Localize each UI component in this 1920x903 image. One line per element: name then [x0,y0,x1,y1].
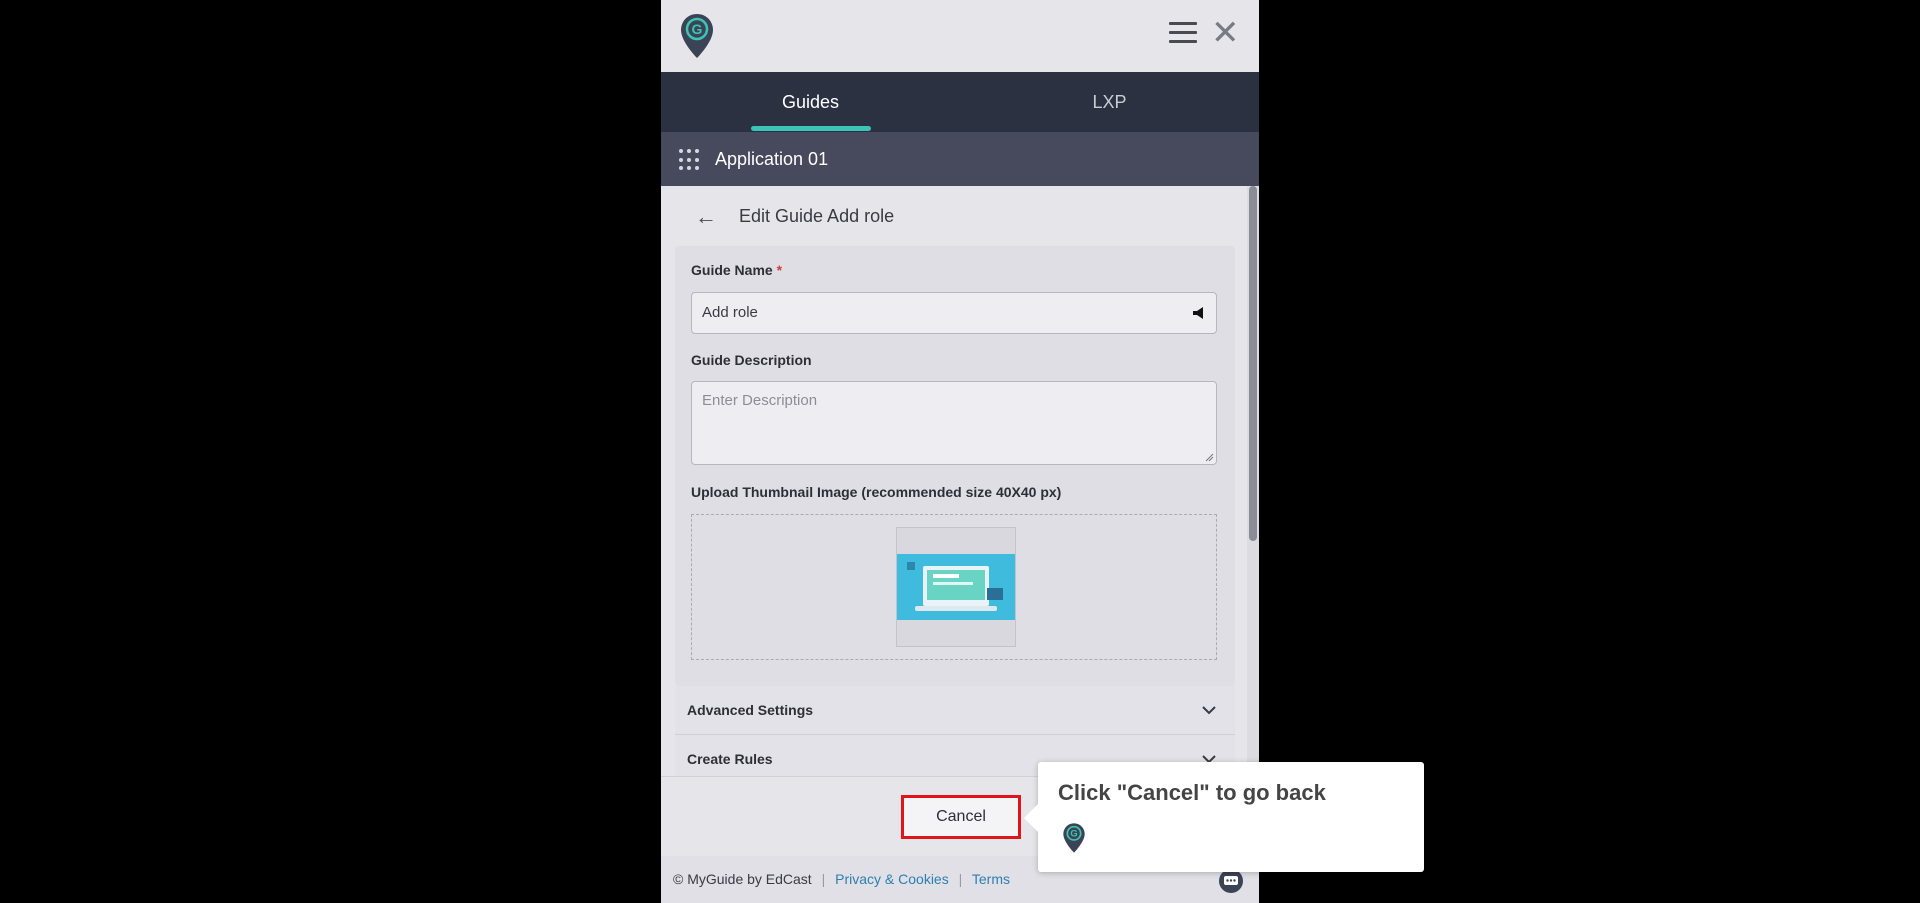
back-arrow-icon[interactable]: ← [695,204,717,230]
tab-guides[interactable]: Guides [661,72,960,132]
thumbnail-preview [896,527,1016,647]
svg-text:G: G [692,21,703,37]
copyright-text: © MyGuide by EdCast [673,871,812,887]
tab-guides-label: Guides [781,92,840,112]
guide-description-label: Guide Description [691,352,812,368]
scrollbar-thumb[interactable] [1249,186,1257,541]
cancel-button[interactable]: Cancel [901,795,1021,839]
resize-handle-icon[interactable] [1204,452,1214,462]
guide-name-label-text: Guide Name [691,262,773,278]
guide-description-field[interactable]: Enter Description [691,381,1217,465]
close-icon[interactable]: ✕ [1211,16,1240,50]
required-mark: * [776,262,783,278]
speaker-icon[interactable] [1192,306,1206,320]
copyright-line: © MyGuide by EdCast | Privacy & Cookies … [673,856,1010,903]
scrollbar[interactable] [1247,186,1259,776]
advanced-settings-section[interactable]: Advanced Settings [675,686,1235,735]
apps-grid-icon[interactable] [679,149,701,171]
top-bar: G ✕ [661,0,1259,72]
guide-name-label: Guide Name * [691,262,782,278]
guide-name-input[interactable]: Add role [691,292,1217,334]
thumbnail-image-icon [897,554,1015,620]
page-title: Edit Guide Add role [739,206,895,226]
thumbnail-label: Upload Thumbnail Image (recommended size… [691,484,1062,500]
guide-description-placeholder: Enter Description [702,392,818,409]
terms-link[interactable]: Terms [972,871,1010,887]
separator: | [821,871,826,887]
myguide-logo-icon: G [681,14,713,58]
svg-text:G: G [1070,829,1077,839]
guide-tooltip: Click "Cancel" to go back G [1024,762,1424,872]
privacy-link[interactable]: Privacy & Cookies [835,871,949,887]
application-bar: Application 01 [661,132,1259,186]
myguide-logo-icon: G [1063,823,1085,853]
thumbnail-upload-area[interactable] [691,514,1217,660]
tab-bar: Guides LXP [661,72,1259,132]
tooltip-pointer [1024,804,1038,832]
separator: | [958,871,963,887]
active-tab-indicator [751,126,871,131]
application-name: Application 01 [715,149,829,169]
guide-name-value: Add role [702,304,758,321]
chevron-down-icon [1202,706,1216,715]
tab-lxp[interactable]: LXP [960,72,1259,132]
hamburger-menu-icon[interactable] [1169,22,1197,46]
tab-lxp-label: LXP [1092,92,1127,112]
guide-form: Guide Name * Add role Guide Description … [675,246,1235,686]
tooltip-text: Click "Cancel" to go back [1058,780,1326,805]
advanced-settings-label: Advanced Settings [687,702,814,718]
edit-guide-content: ← Edit Guide Add role Guide Name * Add r… [661,186,1247,784]
